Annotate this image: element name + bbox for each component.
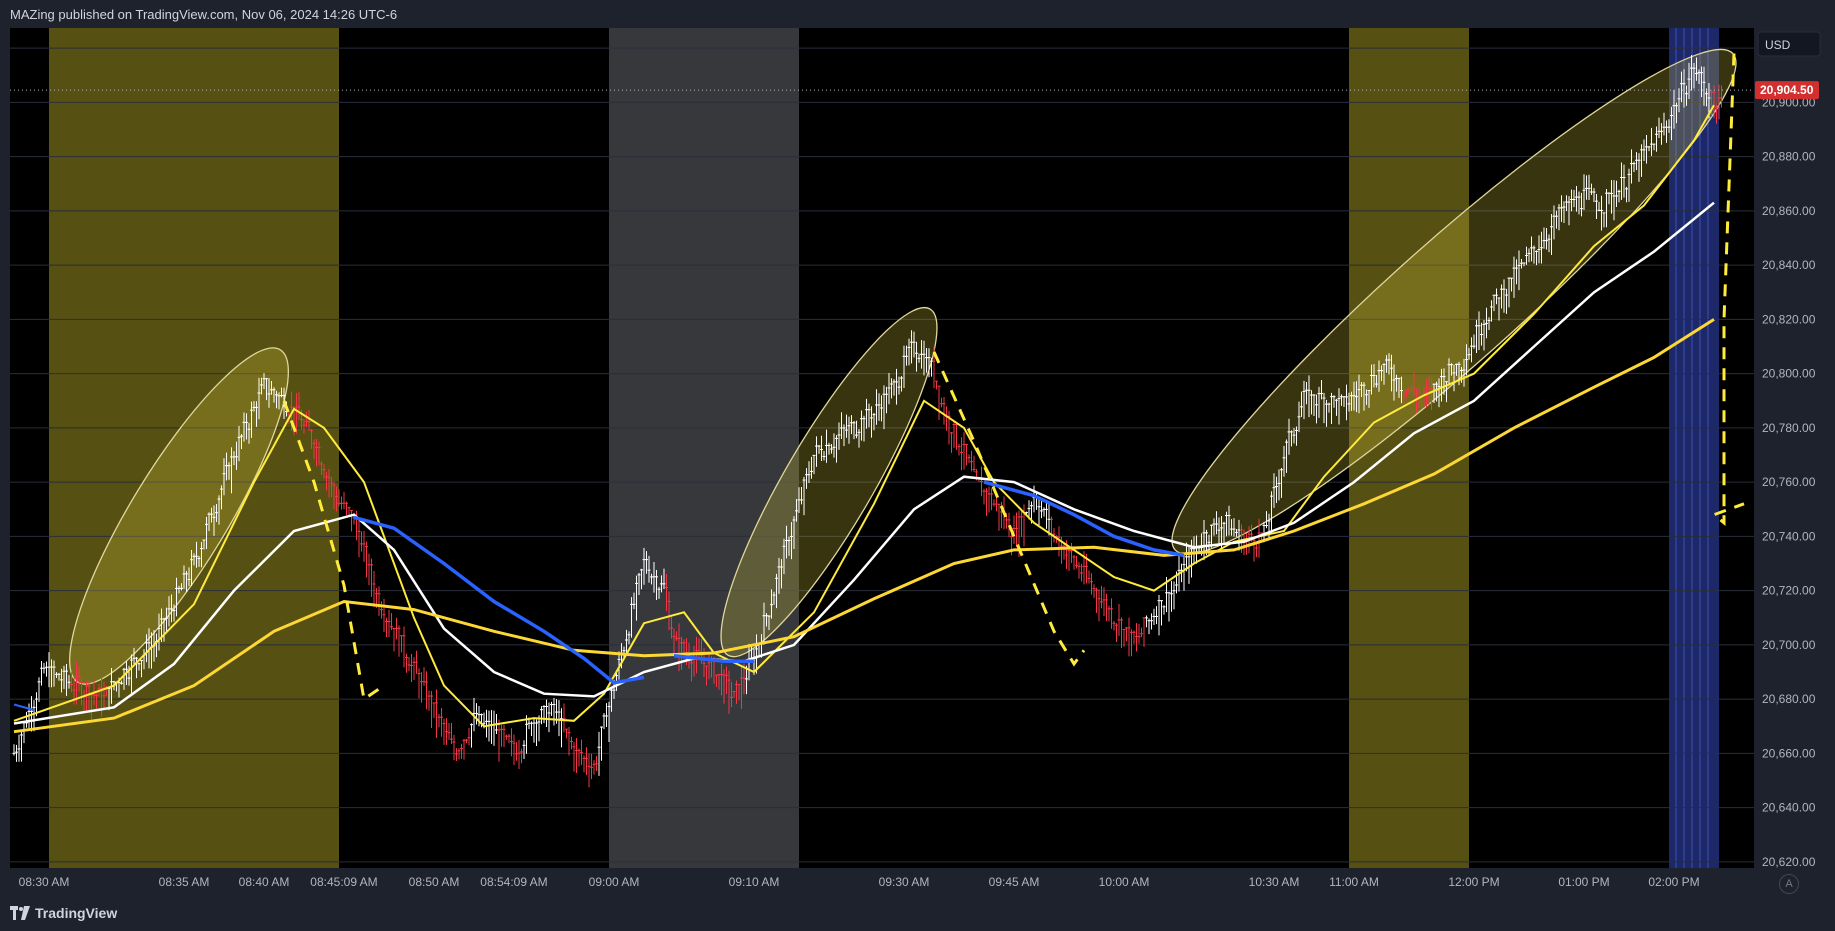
y-tick-label: 20,860.00 [1762,204,1816,218]
y-tick-label: 20,880.00 [1762,150,1816,164]
x-tick-label: 09:30 AM [879,875,930,889]
price-axis: 20,920.0020,900.0020,880.0020,860.0020,8… [1762,41,1816,869]
y-tick-label: 20,720.00 [1762,584,1816,598]
footer-brand[interactable]: TradingView [10,903,117,923]
time-axis: 08:30 AM 08:35 AM 08:40 AM 08:45:09 AM 08:50… [19,875,1700,889]
price-chart[interactable]: 20,920.0020,900.0020,880.0020,860.0020,8… [0,0,1835,931]
y-tick-label: 20,680.00 [1762,692,1816,706]
x-tick-label: 12:00 PM [1448,875,1499,889]
y-tick-label: 20,640.00 [1762,801,1816,815]
x-tick-label: 10:00 AM [1099,875,1150,889]
x-tick-label: 08:40 AM [239,875,290,889]
auto-scale-button[interactable]: A [1779,874,1799,894]
x-tick-label: 08:30 AM [19,875,70,889]
x-tick-label: 01:00 PM [1558,875,1609,889]
y-tick-label: 20,740.00 [1762,529,1816,543]
tradingview-logo-icon [10,906,30,920]
y-tick-label: 20,660.00 [1762,746,1816,760]
currency-label: USD [1765,38,1791,52]
x-tick-label: 08:35 AM [159,875,210,889]
y-tick-label: 20,800.00 [1762,367,1816,381]
x-tick-label: 10:30 AM [1249,875,1300,889]
footer-brand-text: TradingView [35,905,118,921]
x-tick-label: 09:00 AM [589,875,640,889]
x-tick-label: 08:50 AM [409,875,460,889]
y-tick-label: 20,700.00 [1762,638,1816,652]
y-tick-label: 20,780.00 [1762,421,1816,435]
x-tick-label: 11:00 AM [1329,875,1379,889]
x-tick-label: 02:00 PM [1648,875,1699,889]
y-tick-label: 20,820.00 [1762,312,1816,326]
y-tick-label: 20,620.00 [1762,855,1816,869]
x-tick-label: 08:45:09 AM [310,875,377,889]
x-tick-label: 08:54:09 AM [480,875,547,889]
session-band-1 [609,28,799,868]
x-tick-label: 09:45 AM [989,875,1040,889]
y-tick-label: 20,760.00 [1762,475,1816,489]
y-tick-label: 20,840.00 [1762,258,1816,272]
x-tick-label: 09:10 AM [729,875,780,889]
last-price-label: 20,904.50 [1760,83,1814,97]
